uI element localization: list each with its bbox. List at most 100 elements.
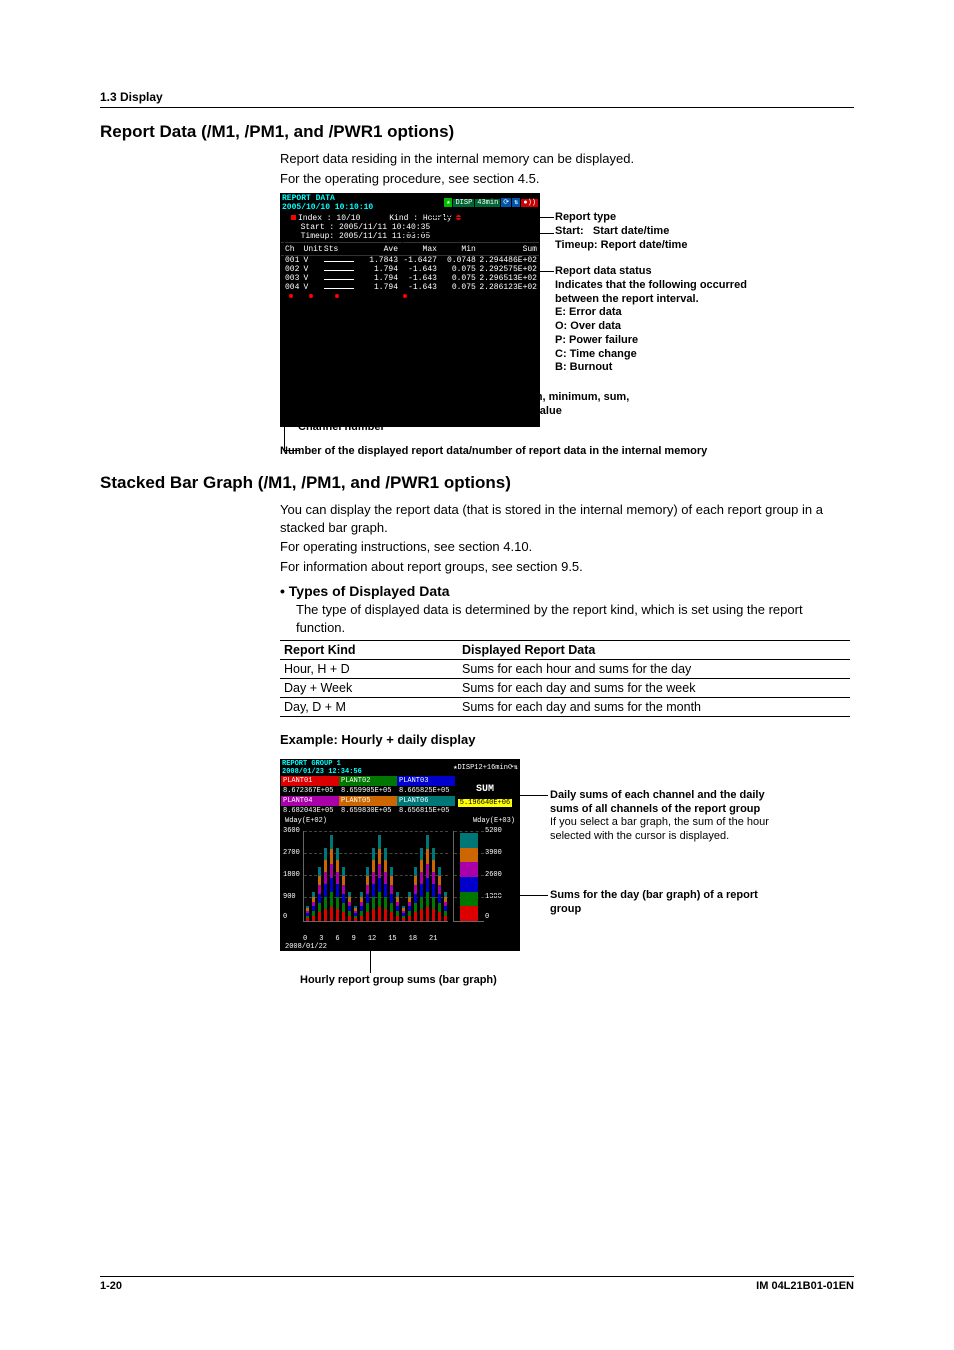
right-axis-label: Wday(E+03) [473,817,515,825]
yr-0: 5200 [485,827,502,835]
meta-index: Index : 10/10 [298,214,360,223]
anno-index: Number of the displayed report data/numb… [280,445,707,459]
x5: 15 [388,935,396,943]
bullet-types-text: The type of displayed data is determined… [296,601,854,636]
col-ch: Ch [285,245,304,254]
sum-label: SUM [476,784,494,795]
page-number: 1-20 [100,1280,122,1292]
yl-0: 3600 [283,827,300,835]
anno-timeup-text: Report date/time [601,239,688,251]
data-row: 002V1.794-1.6430.0752.292575E+02 [281,265,539,274]
plant-4: PLANT04 [281,796,339,806]
col-max: Max [398,245,437,254]
anno2-a-head: Daily sums of each channel and the daily… [550,789,790,817]
disp-label: DISP [453,199,474,207]
p-report-data-2: For the operating procedure, see section… [280,170,854,188]
table-report-kind: Report Kind Displayed Report Data Hour, … [280,640,850,717]
plant-6: PLANT06 [397,796,455,806]
th-displayed-data: Displayed Report Data [458,641,850,660]
anno-channel: Channel number [298,421,385,435]
disp-badge: ★ [444,198,452,207]
val-2: 8.659905E+05 [339,786,397,796]
x6: 18 [409,935,417,943]
screenshot-stacked-bar: REPORT GROUP 1 2008/01/23 12:34:56 ★DISP… [280,759,520,951]
col-unit: Unit [304,245,324,254]
meta-start: Start : 2005/11/11 10:40:35 [301,223,431,232]
table-row: Day + WeekSums for each day and sums for… [280,679,850,698]
yr-1: 3900 [485,849,502,857]
x3: 9 [352,935,356,943]
anno2-b-head: Sums for the day (bar graph) of a report… [550,889,790,917]
yl-3: 900 [283,893,296,901]
anno-p: P: Power failure [555,334,747,348]
cycle-icon: ⟳ [501,198,511,207]
anno-status-head: Report data status [555,265,747,279]
shot1-datetime: 2005/10/10 10:10:10 [282,203,373,212]
anno-avg: Average, maximum, minimum, sum, or insta… [442,391,629,419]
heading-stacked-bar: Stacked Bar Graph (/M1, /PM1, and /PWR1 … [100,473,854,493]
figure-stacked-bar: REPORT GROUP 1 2008/01/23 12:34:56 ★DISP… [280,759,854,989]
yl-2: 1800 [283,871,300,879]
val-6: 8.656815E+05 [397,806,455,816]
p-stacked-3: For information about report groups, see… [280,558,854,576]
yr-2: 2600 [485,871,502,879]
expand-icon: ⇅ [512,198,520,207]
yr-4: 0 [485,913,489,921]
shot1-title: REPORT DATA [282,194,373,203]
meta-kind: Kind : Hourly [389,214,451,223]
anno-start-text: Start date/time [593,225,669,237]
expand-icon-2: ⇅ [514,764,518,772]
val-1: 8.672367E+05 [281,786,339,796]
col-sum: Sum [476,245,537,254]
data-row: 004V1.794-1.6430.0752.286123E+02 [281,283,539,292]
anno-start-label: Start: [555,225,584,237]
anno-c: C: Time change [555,348,747,362]
anno-report-type: Report type [555,211,687,225]
data-row: 003V1.794-1.6430.0752.296513E+02 [281,274,539,283]
yl-1: 2700 [283,849,300,857]
th-report-kind: Report Kind [280,641,458,660]
data-row: 001V1.7843-1.64270.07482.294486E+02 [281,256,539,265]
anno-timeup-label: Timeup: [555,239,598,251]
bullet-types-head: • Types of Displayed Data [280,583,854,599]
plant-2: PLANT02 [339,776,397,786]
x4: 12 [368,935,376,943]
example-head: Example: Hourly + daily display [280,731,854,749]
col-sts: Sts [324,245,359,254]
anno2-a-body: If you select a bar graph, the sum of th… [550,816,790,844]
table-row: Hour, H + DSums for each hour and sums f… [280,660,850,679]
x7: 21 [429,935,437,943]
left-axis-label: Wday(E+02) [285,817,327,825]
plant-3: PLANT03 [397,776,455,786]
x2: 6 [335,935,339,943]
disp-label-2: DISP [457,764,474,772]
p-stacked-1: You can display the report data (that is… [280,501,854,536]
section-path: 1.3 Display [100,90,854,108]
anno-status-desc1: Indicates that the following occurred [555,279,747,293]
yl-4: 0 [283,913,287,921]
time-badge-2: 12+16min [474,764,508,772]
p-stacked-2: For operating instructions, see section … [280,538,854,556]
val-4: 8.682043E+05 [281,806,339,816]
val-5: 8.659830E+05 [339,806,397,816]
p-report-data-1: Report data residing in the internal mem… [280,150,854,168]
record-icon: ●)) [521,199,538,207]
anno-status-desc2: between the report interval. [555,293,747,307]
anno-b: B: Burnout [555,361,747,375]
plant-5: PLANT05 [339,796,397,806]
sum-value: 5.196640E+06 [458,799,512,807]
table-row: Day, D + MSums for each day and sums for… [280,698,850,717]
col-ave: Ave [359,245,398,254]
figure-report-data: REPORT DATA 2005/10/10 10:10:10 ★DISP43m… [280,193,854,463]
shot2-datetime: 2008/01/23 12:34:56 [282,768,362,776]
anno-e: E: Error data [555,306,747,320]
plant-1: PLANT01 [281,776,339,786]
heading-report-data: Report Data (/M1, /PM1, and /PWR1 option… [100,122,854,142]
x1: 3 [319,935,323,943]
time-badge: 43min [475,199,500,207]
x0: 0 [303,935,307,943]
col-min: Min [437,245,476,254]
anno-o: O: Over data [555,320,747,334]
anno2-bottom: Hourly report group sums (bar graph) [300,974,497,988]
doc-id: IM 04L21B01-01EN [756,1280,854,1292]
